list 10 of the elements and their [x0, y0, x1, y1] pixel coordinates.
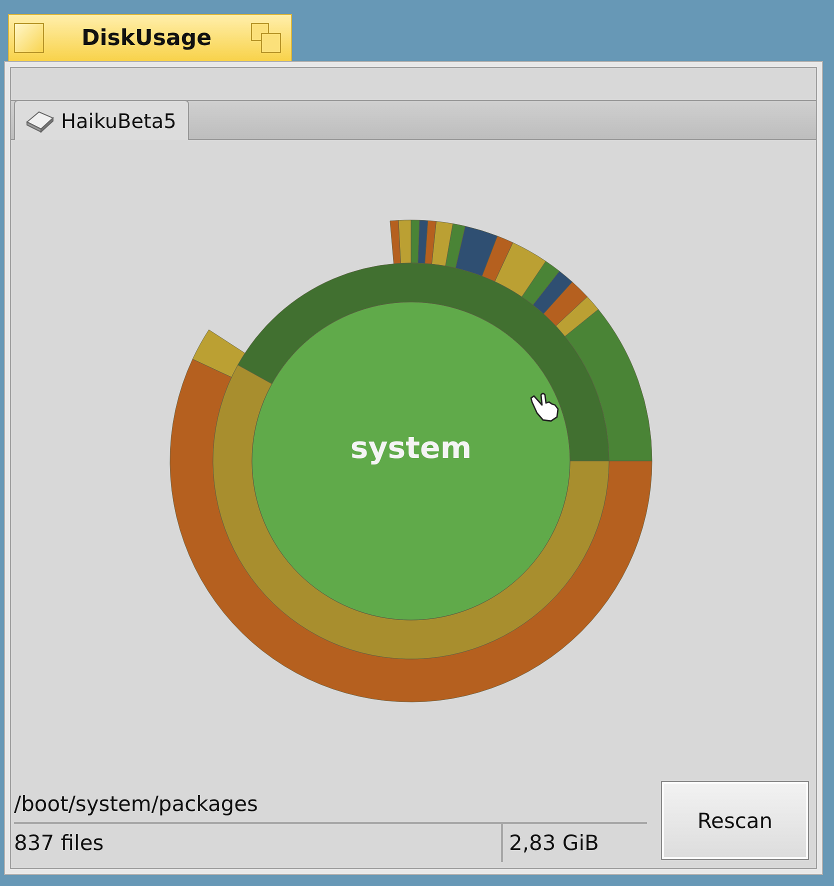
rescan-button[interactable]: Rescan [661, 781, 809, 860]
zoom-button[interactable] [249, 21, 283, 55]
center-label: system [350, 431, 472, 466]
size-label: 2,83 GiB [501, 824, 647, 862]
close-button[interactable] [14, 23, 44, 53]
window-title: DiskUsage [80, 26, 212, 50]
disk-tab[interactable]: HaikuBeta5 [14, 100, 190, 140]
file-count: 837 files [14, 831, 105, 855]
sunburst-drawing[interactable] [170, 220, 652, 702]
path-label: /boot/system/packages [14, 784, 647, 824]
